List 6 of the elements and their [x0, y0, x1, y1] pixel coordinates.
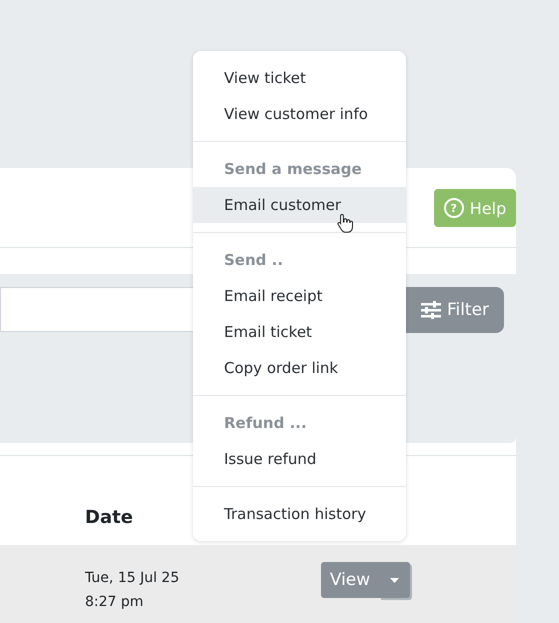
menu-heading: Send ..: [223, 250, 284, 271]
date-cell-text: Tue, 15 Jul 25 8:27 pm: [85, 569, 180, 612]
menu-heading: Send a message: [223, 159, 363, 180]
menu-heading: Refund ...: [223, 413, 308, 434]
column-header: Date: [85, 507, 133, 528]
help-icon: ?: [444, 198, 464, 218]
